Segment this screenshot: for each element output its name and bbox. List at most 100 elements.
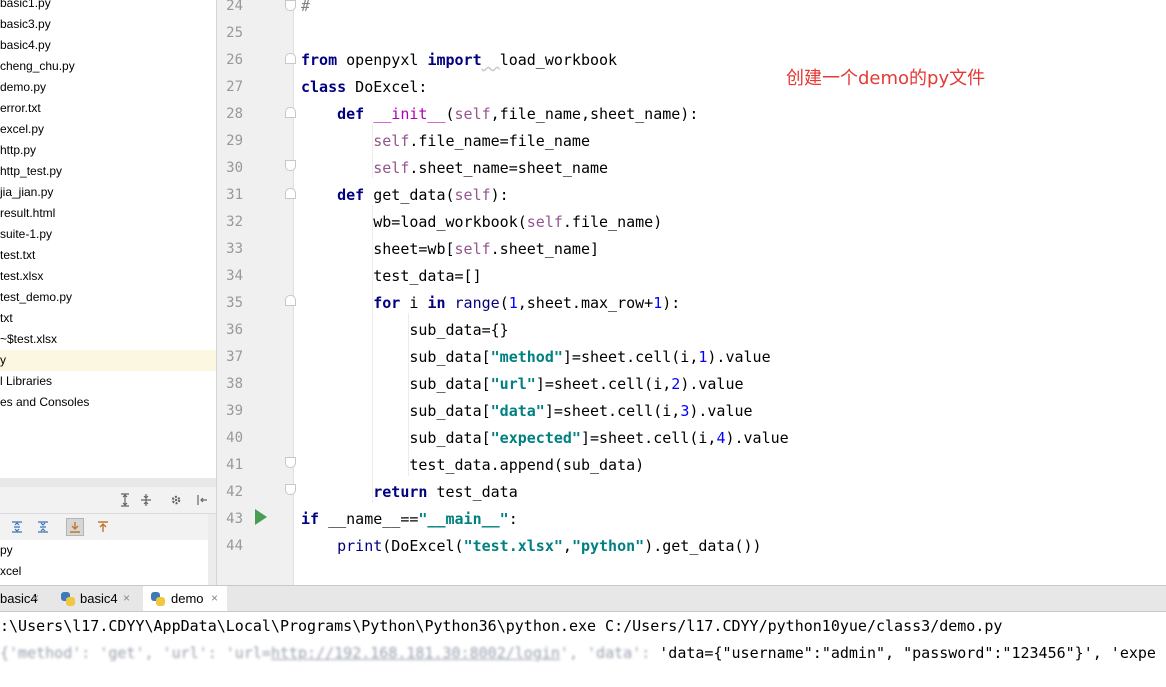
tree-item-file[interactable]: http_test.py bbox=[0, 161, 216, 182]
code-line: for i in range(1,sheet.max_row+1): bbox=[373, 294, 681, 312]
tree-item-file[interactable]: test.txt bbox=[0, 245, 216, 266]
annotation-text: 创建一个demo的py文件 bbox=[786, 68, 986, 89]
tree-item-file[interactable]: result.html bbox=[0, 203, 216, 224]
console-output-line: {'method': 'get', 'url': 'url=http://192… bbox=[0, 641, 1156, 665]
line-number: 43 bbox=[226, 511, 243, 527]
tree-item-scratches-consoles[interactable]: es and Consoles bbox=[0, 392, 216, 413]
code-line: def __init__(self,file_name,sheet_name): bbox=[337, 105, 699, 123]
code-editor[interactable]: 24 25 26 27 28 29 30 31 32 33 34 35 36 3… bbox=[217, 0, 1166, 585]
fold-marker-icon[interactable] bbox=[285, 295, 296, 306]
autoscroll-from-source-icon[interactable] bbox=[94, 518, 112, 536]
tree-item-label: test_demo.py bbox=[0, 290, 73, 304]
tree-item-label: cheng_chu.py bbox=[0, 59, 75, 73]
run-tabs-bar: basic4 × basic4 × demo × bbox=[0, 585, 1166, 612]
fold-marker-icon[interactable] bbox=[285, 107, 296, 118]
console-command-line: :\Users\l17.CDYY\AppData\Local\Programs\… bbox=[0, 617, 1003, 635]
project-tree-panel: basic1.py basic3.py basic4.py cheng_chu.… bbox=[0, 0, 216, 478]
code-line: if __name__=="__main__": bbox=[301, 510, 518, 528]
code-line: sub_data["method"]=sheet.cell(i,1).value bbox=[301, 348, 771, 366]
tab-basic4-second[interactable]: basic4 × bbox=[55, 586, 140, 611]
tree-item-file[interactable]: suite-1.py bbox=[0, 224, 216, 245]
tree-item-file[interactable]: test_demo.py bbox=[0, 287, 216, 308]
tab-demo[interactable]: demo × bbox=[143, 586, 227, 611]
tree-item-label: basic3.py bbox=[0, 17, 51, 31]
structure-item[interactable]: xcel bbox=[0, 561, 21, 582]
line-number: 27 bbox=[226, 79, 243, 95]
line-number: 26 bbox=[226, 52, 243, 68]
close-icon[interactable]: × bbox=[211, 586, 218, 611]
tree-item-file[interactable]: test.xlsx bbox=[0, 266, 216, 287]
line-number: 30 bbox=[226, 160, 243, 176]
code-line: print(DoExcel("test.xlsx","python").get_… bbox=[337, 537, 762, 555]
tree-item-file[interactable]: demo.py bbox=[0, 77, 216, 98]
expand-all-icon[interactable] bbox=[116, 491, 134, 509]
tree-item-file[interactable]: http.py bbox=[0, 140, 216, 161]
code-line: self.sheet_name=sheet_name bbox=[373, 159, 609, 177]
code-line: wb=load_workbook(self.file_name) bbox=[301, 213, 663, 231]
tree-item-file-selected[interactable]: y bbox=[0, 350, 216, 371]
gear-icon[interactable] bbox=[167, 491, 185, 509]
tree-item-label: basic1.py bbox=[0, 0, 51, 10]
code-line: class DoExcel: bbox=[301, 78, 428, 96]
python-file-icon bbox=[61, 592, 75, 606]
fold-marker-icon[interactable] bbox=[285, 188, 296, 199]
line-number: 32 bbox=[226, 214, 243, 230]
tree-item-file[interactable]: basic1.py bbox=[0, 0, 216, 14]
console-output-suffix: 'data={"username":"admin", "password":"1… bbox=[659, 644, 1156, 662]
line-number: 39 bbox=[226, 403, 243, 419]
run-console[interactable]: :\Users\l17.CDYY\AppData\Local\Programs\… bbox=[0, 612, 1166, 687]
tree-item-label: jia_jian.py bbox=[0, 185, 54, 199]
console-output-prefix: {'method': 'get', 'url': 'url= bbox=[0, 644, 271, 662]
tree-item-file[interactable]: basic3.py bbox=[0, 14, 216, 35]
structure-toolbar bbox=[0, 514, 208, 540]
line-number: 35 bbox=[226, 295, 243, 311]
tree-item-file[interactable]: basic4.py bbox=[0, 35, 216, 56]
tree-item-file[interactable]: excel.py bbox=[0, 119, 216, 140]
expand-icon[interactable] bbox=[8, 518, 26, 536]
tree-item-file[interactable]: jia_jian.py bbox=[0, 182, 216, 203]
tree-item-label: test.xlsx bbox=[0, 269, 44, 283]
autoscroll-to-source-icon[interactable] bbox=[66, 518, 84, 536]
code-line: test_data=[] bbox=[301, 267, 482, 285]
line-number: 36 bbox=[226, 322, 243, 338]
structure-title-toolbar bbox=[0, 487, 216, 514]
code-line: # bbox=[301, 0, 311, 15]
structure-scrollbar[interactable] bbox=[208, 514, 216, 585]
tree-item-label: y bbox=[0, 353, 6, 367]
fold-marker-icon[interactable] bbox=[285, 160, 296, 171]
fold-marker-icon[interactable] bbox=[285, 457, 296, 468]
tab-label: demo bbox=[171, 591, 204, 606]
structure-item[interactable]: py bbox=[0, 540, 13, 561]
collapse-icon[interactable] bbox=[34, 518, 52, 536]
tree-item-file[interactable]: txt bbox=[0, 308, 216, 329]
structure-item-label: py bbox=[0, 543, 13, 557]
line-number: 42 bbox=[226, 484, 243, 500]
tab-basic4-first[interactable]: basic4 × bbox=[0, 586, 50, 611]
tree-item-label: l Libraries bbox=[0, 374, 53, 388]
fold-marker-icon[interactable] bbox=[285, 0, 296, 11]
tree-item-file[interactable]: error.txt bbox=[0, 98, 216, 119]
tree-item-file[interactable]: cheng_chu.py bbox=[0, 56, 216, 77]
close-icon[interactable]: × bbox=[123, 586, 130, 611]
line-number: 38 bbox=[226, 376, 243, 392]
collapse-all-icon[interactable] bbox=[137, 491, 155, 509]
fold-marker-icon[interactable] bbox=[285, 484, 296, 495]
run-main-icon[interactable] bbox=[255, 509, 267, 525]
code-line: sheet=wb[self.sheet_name] bbox=[301, 240, 600, 258]
line-number: 41 bbox=[226, 457, 243, 473]
tree-item-label: basic4.py bbox=[0, 38, 51, 52]
line-number: 33 bbox=[226, 241, 243, 257]
line-number: 28 bbox=[226, 106, 243, 122]
fold-marker-icon[interactable] bbox=[285, 53, 296, 64]
tree-item-external-libraries[interactable]: l Libraries bbox=[0, 371, 216, 392]
tree-item-label: error.txt bbox=[0, 101, 41, 115]
tree-item-label: excel.py bbox=[0, 122, 45, 136]
hide-panel-icon[interactable] bbox=[193, 491, 211, 509]
tree-item-file[interactable]: ~$test.xlsx bbox=[0, 329, 216, 350]
tree-item-label: http_test.py bbox=[0, 164, 63, 178]
tree-item-label: ~$test.xlsx bbox=[0, 332, 58, 346]
close-icon[interactable]: × bbox=[32, 586, 39, 611]
code-line: def get_data(self): bbox=[337, 186, 509, 204]
line-number: 24 bbox=[226, 0, 243, 14]
console-output-link[interactable]: http://192.168.181.30:8002/login bbox=[271, 644, 560, 662]
